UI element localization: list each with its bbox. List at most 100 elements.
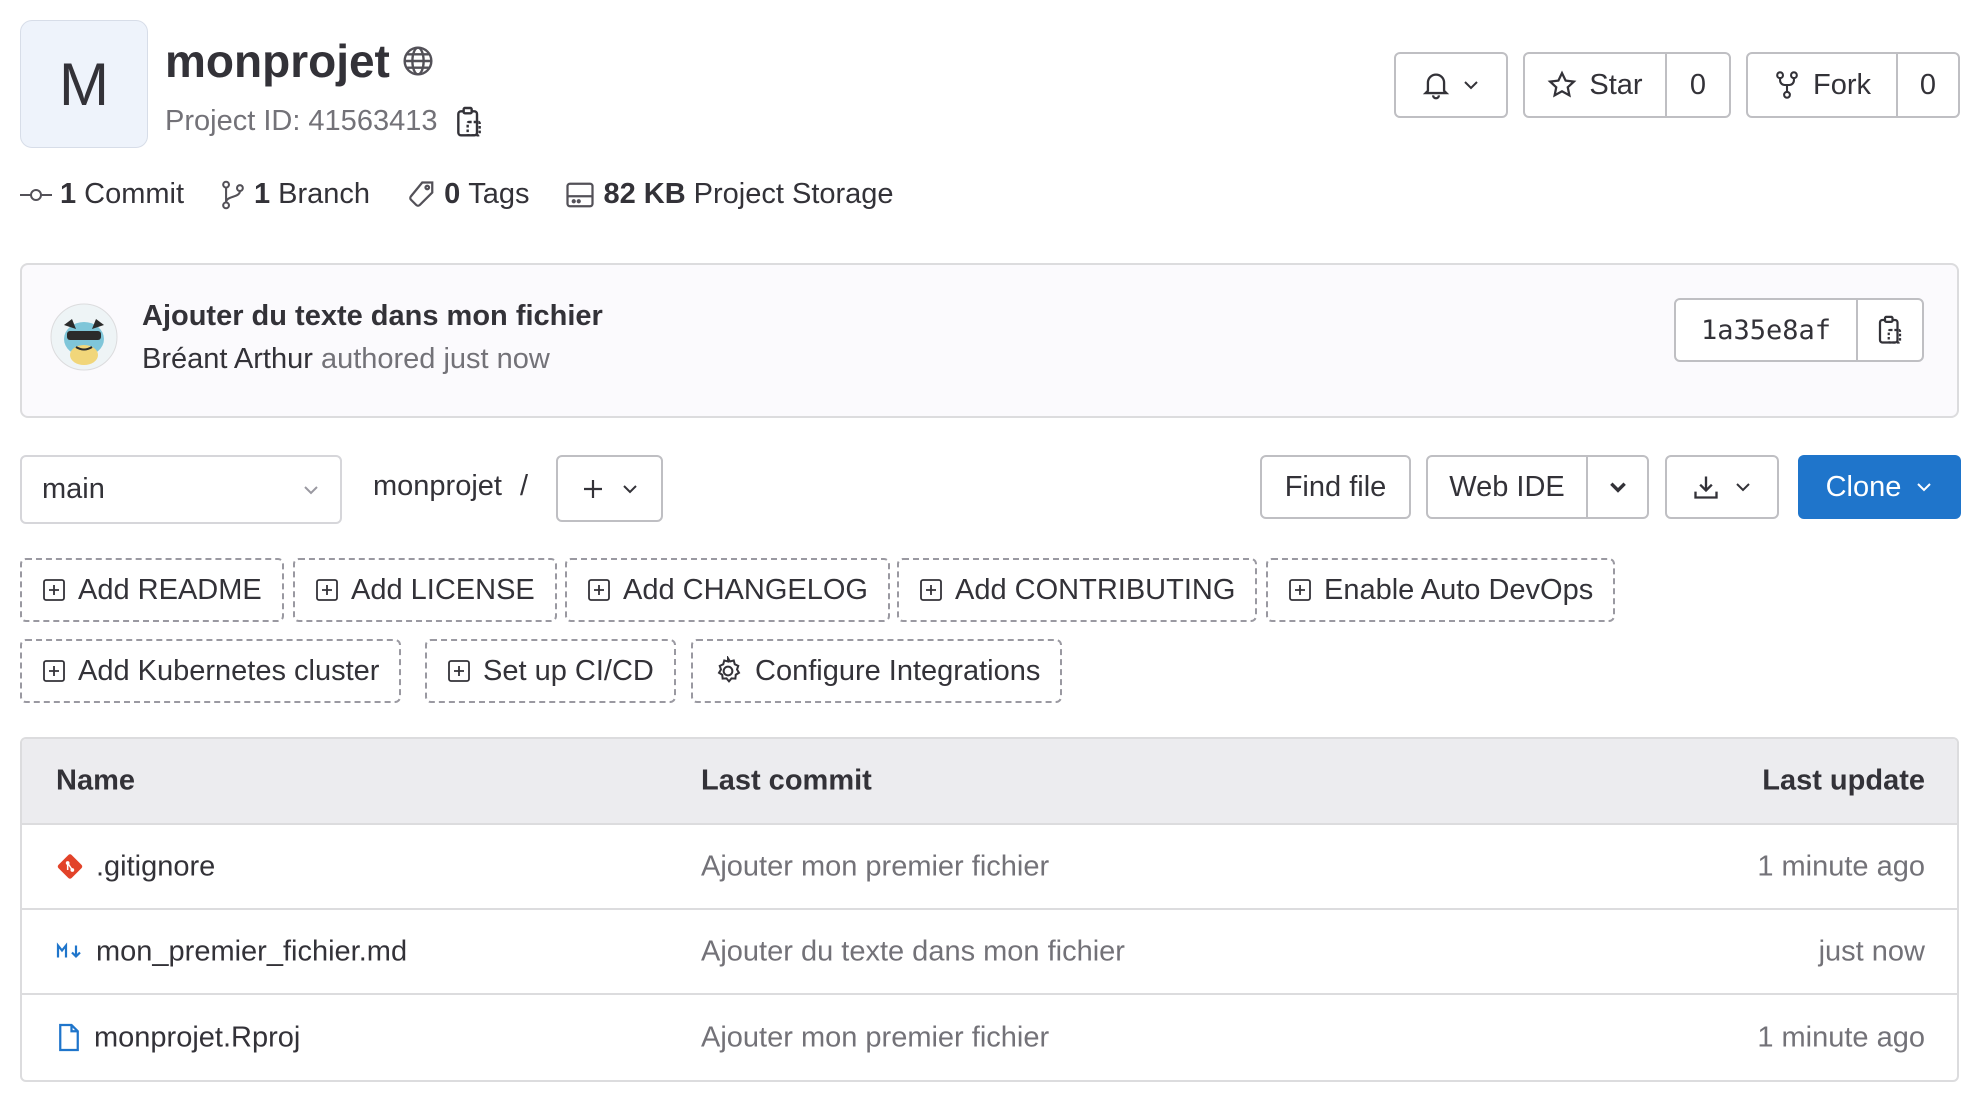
add-to-tree-button[interactable] — [556, 455, 663, 522]
clone-button[interactable]: Clone — [1798, 455, 1961, 519]
copy-project-id-icon[interactable] — [455, 106, 483, 138]
file-table-header: Name Last commit Last update — [22, 739, 1957, 825]
project-avatar: M — [20, 20, 148, 148]
stat-tags[interactable]: 0 Tags — [406, 178, 529, 211]
plus-square-icon — [447, 659, 471, 683]
add-readme-label: Add README — [78, 573, 262, 606]
add-license-button[interactable]: Add LICENSE — [293, 558, 557, 622]
plus-square-icon — [42, 659, 66, 683]
notification-button[interactable] — [1394, 52, 1508, 118]
chevron-down-icon — [1462, 79, 1480, 91]
git-file-icon — [56, 853, 84, 881]
storage-icon — [565, 181, 595, 209]
copy-sha-button[interactable] — [1856, 300, 1922, 360]
fork-icon — [1773, 70, 1801, 100]
plus-icon — [581, 477, 605, 501]
project-id-label: Project ID: 41563413 — [165, 105, 438, 137]
table-row[interactable]: mon_premier_fichier.md Ajouter du texte … — [22, 910, 1957, 995]
fork-button-group: Fork 0 — [1746, 52, 1960, 118]
file-last-commit[interactable]: Ajouter du texte dans mon fichier — [701, 935, 1125, 968]
fork-count[interactable]: 0 — [1896, 54, 1958, 116]
stat-branches-count: 1 — [254, 178, 271, 210]
globe-icon — [402, 45, 434, 77]
web-ide-group: Web IDE — [1426, 455, 1649, 519]
stat-storage[interactable]: 82 KB Project Storage — [565, 178, 894, 211]
enable-auto-devops-button[interactable]: Enable Auto DevOps — [1266, 558, 1616, 622]
file-name[interactable]: mon_premier_fichier.md — [96, 935, 407, 968]
file-last-update: 1 minute ago — [1757, 850, 1925, 882]
last-commit-card — [20, 263, 1959, 418]
markdown-file-icon — [56, 942, 84, 962]
download-button[interactable] — [1665, 455, 1779, 519]
commit-title[interactable]: Ajouter du texte dans mon fichier — [142, 300, 603, 333]
project-stats: 1 Commit 1 Branch 0 Tags 82 KB Project S… — [20, 178, 894, 211]
web-ide-button[interactable]: Web IDE — [1428, 457, 1586, 517]
add-changelog-button[interactable]: Add CHANGELOG — [565, 558, 890, 622]
stat-storage-count: 82 KB — [603, 178, 686, 210]
stat-branches[interactable]: 1 Branch — [220, 178, 370, 211]
file-table: Name Last commit Last update .gitignore … — [20, 737, 1959, 1082]
breadcrumb-separator: / — [519, 470, 529, 502]
download-icon — [1692, 473, 1720, 501]
star-button[interactable]: Star — [1525, 54, 1665, 116]
branch-selector[interactable]: main — [20, 455, 342, 524]
add-kubernetes-cluster-button[interactable]: Add Kubernetes cluster — [20, 639, 402, 703]
configure-integrations-button[interactable]: Configure Integrations — [691, 639, 1063, 703]
set-up-cicd-label: Set up CI/CD — [483, 654, 654, 687]
chevron-down-icon — [1734, 481, 1752, 493]
commit-byline: Bréant Arthur authored just now — [142, 343, 550, 376]
author-avatar[interactable] — [50, 303, 118, 371]
commit-meta: authored just now — [320, 343, 550, 375]
table-row[interactable]: monprojet.Rproj Ajouter mon premier fich… — [22, 995, 1957, 1080]
chevron-down-icon — [621, 483, 639, 495]
plus-square-icon — [919, 578, 943, 602]
stat-tags-count: 0 — [444, 178, 461, 210]
gear-icon — [713, 656, 743, 686]
commit-sha-group: 1a35e8af — [1674, 298, 1924, 362]
set-up-cicd-button[interactable]: Set up CI/CD — [425, 639, 676, 703]
chevron-down-icon — [1915, 481, 1933, 493]
add-readme-button[interactable]: Add README — [20, 558, 284, 622]
plus-square-icon — [315, 578, 339, 602]
copy-icon — [1877, 315, 1903, 345]
header-name: Name — [56, 764, 135, 797]
stat-storage-label: Project Storage — [693, 178, 894, 210]
breadcrumb-project[interactable]: monprojet — [373, 470, 502, 503]
file-last-update: 1 minute ago — [1757, 1021, 1925, 1053]
find-file-button[interactable]: Find file — [1260, 455, 1411, 519]
file-name[interactable]: .gitignore — [96, 850, 215, 883]
web-ide-dropdown[interactable] — [1586, 457, 1647, 517]
file-last-commit[interactable]: Ajouter mon premier fichier — [701, 1021, 1049, 1054]
project-title: monprojet — [165, 34, 434, 88]
plus-square-icon — [1288, 578, 1312, 602]
stat-commits-label: Commit — [84, 178, 185, 210]
branch-name: main — [42, 473, 105, 505]
commit-sha[interactable]: 1a35e8af — [1676, 300, 1856, 360]
stat-commits[interactable]: 1 Commit — [20, 178, 184, 211]
file-last-commit[interactable]: Ajouter mon premier fichier — [701, 850, 1049, 883]
star-label: Star — [1589, 68, 1643, 101]
add-contributing-label: Add CONTRIBUTING — [955, 573, 1236, 606]
file-name[interactable]: monprojet.Rproj — [94, 1021, 300, 1054]
add-kubernetes-cluster-label: Add Kubernetes cluster — [78, 654, 380, 687]
file-name-cell[interactable]: mon_premier_fichier.md — [56, 935, 407, 968]
fork-button[interactable]: Fork — [1748, 54, 1896, 116]
project-avatar-letter: M — [59, 50, 109, 118]
add-contributing-button[interactable]: Add CONTRIBUTING — [897, 558, 1258, 622]
file-last-update: just now — [1818, 935, 1925, 967]
clone-label: Clone — [1825, 470, 1902, 503]
stat-branches-label: Branch — [278, 178, 371, 210]
chevron-down-icon — [302, 484, 320, 496]
star-count[interactable]: 0 — [1665, 54, 1729, 116]
commit-author[interactable]: Bréant Arthur — [142, 343, 313, 375]
project-id: Project ID: 41563413 — [165, 105, 483, 138]
header-last-update: Last update — [1762, 764, 1925, 797]
add-changelog-label: Add CHANGELOG — [623, 573, 868, 606]
star-button-group: Star 0 — [1523, 52, 1731, 118]
table-row[interactable]: .gitignore Ajouter mon premier fichier 1… — [22, 825, 1957, 910]
chevron-down-icon — [1608, 480, 1628, 494]
configure-integrations-label: Configure Integrations — [755, 654, 1041, 687]
plus-square-icon — [587, 578, 611, 602]
file-name-cell[interactable]: monprojet.Rproj — [56, 1021, 300, 1054]
file-name-cell[interactable]: .gitignore — [56, 850, 215, 883]
